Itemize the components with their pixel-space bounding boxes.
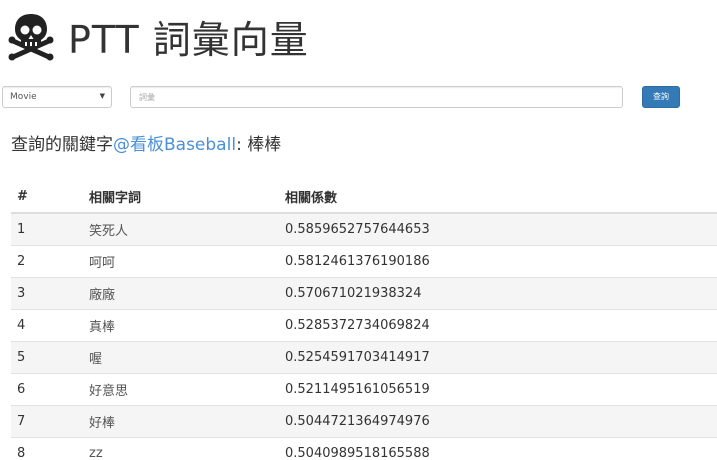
query-heading: 查詢的關鍵字@看板Baseball: 棒棒 <box>11 130 281 155</box>
table-row: 5 喔 0.5254591703414917 <box>11 341 717 374</box>
board-select[interactable]: Movie ▼ <box>2 86 112 108</box>
query-prefix: 查詢的關鍵字 <box>11 135 113 155</box>
table-row: 1 笑死人 0.5859652757644653 <box>11 212 717 246</box>
score-cell: 0.5040989518165588 <box>285 437 717 460</box>
search-form: Movie ▼ 查詢 <box>2 86 717 108</box>
board-select-value: Movie <box>10 92 37 102</box>
score-cell: 0.570671021938324 <box>285 277 717 310</box>
table-row: 8 zz 0.5040989518165588 <box>11 437 717 460</box>
rank-cell: 6 <box>11 373 89 406</box>
score-cell: 0.5859652757644653 <box>285 212 717 246</box>
rank-cell: 2 <box>11 245 89 278</box>
score-cell: 0.5812461376190186 <box>285 245 717 278</box>
table-row: 6 好意思 0.5211495161056519 <box>11 373 717 406</box>
rank-cell: 4 <box>11 309 89 342</box>
word-cell: 真棒 <box>89 309 285 342</box>
column-header-rank: # <box>11 180 89 214</box>
header: PTT 詞彙向量 <box>6 8 309 64</box>
rank-cell: 1 <box>11 212 89 246</box>
score-cell: 0.5211495161056519 <box>285 373 717 406</box>
table-header-row: # 相關字詞 相關係數 <box>11 180 717 214</box>
rank-cell: 5 <box>11 341 89 374</box>
rank-cell: 3 <box>11 277 89 310</box>
word-cell: 喔 <box>89 341 285 374</box>
table-row: 4 真棒 0.5285372734069824 <box>11 309 717 342</box>
score-cell: 0.5044721364974976 <box>285 405 717 438</box>
rank-cell: 8 <box>11 437 89 460</box>
score-cell: 0.5285372734069824 <box>285 309 717 342</box>
skull-crossbones-icon <box>8 14 54 61</box>
word-cell: 呵呵 <box>89 245 285 278</box>
column-header-score: 相關係數 <box>285 180 717 214</box>
table-row: 2 呵呵 0.5812461376190186 <box>11 245 717 278</box>
board-link[interactable]: @看板Baseball <box>113 135 236 155</box>
query-separator: : <box>236 135 248 155</box>
caret-down-icon: ▼ <box>99 92 105 100</box>
rank-cell: 7 <box>11 405 89 438</box>
column-header-word: 相關字詞 <box>89 180 285 214</box>
keyword-input[interactable] <box>130 86 623 108</box>
query-keyword: 棒棒 <box>247 135 282 155</box>
score-cell: 0.5254591703414917 <box>285 341 717 374</box>
results-table: # 相關字詞 相關係數 1 笑死人 0.5859652757644653 2 呵… <box>11 180 717 460</box>
page: PTT 詞彙向量 Movie ▼ 查詢 查詢的關鍵字@看板Baseball: 棒… <box>0 0 717 460</box>
page-title: PTT 詞彙向量 <box>68 17 309 62</box>
word-cell: 好意思 <box>89 373 285 406</box>
word-cell: 好棒 <box>89 405 285 438</box>
word-cell: 笑死人 <box>89 212 285 246</box>
table-row: 3 廠廠 0.570671021938324 <box>11 277 717 310</box>
word-cell: 廠廠 <box>89 277 285 310</box>
word-cell: zz <box>89 437 285 460</box>
table-row: 7 好棒 0.5044721364974976 <box>11 405 717 438</box>
search-button[interactable]: 查詢 <box>642 86 680 108</box>
